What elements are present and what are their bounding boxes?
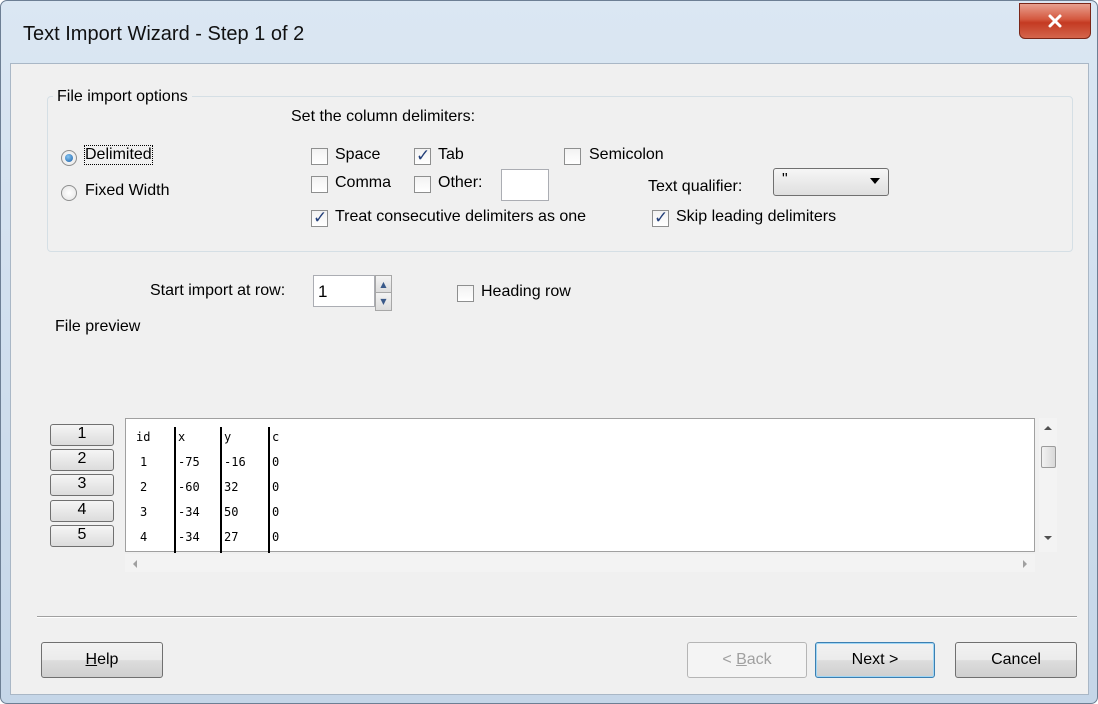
row-number-button[interactable]: 1 bbox=[50, 424, 114, 446]
back-button[interactable]: < Back bbox=[687, 642, 807, 678]
spin-down-icon: ▼ bbox=[380, 297, 387, 306]
preview-cell: x bbox=[178, 430, 186, 444]
horizontal-scrollbar[interactable] bbox=[125, 554, 1035, 572]
title-bar[interactable]: Text Import Wizard - Step 1 of 2 bbox=[1, 1, 1097, 63]
start-row-label: Start import at row: bbox=[150, 282, 286, 299]
other-delimiter-input[interactable] bbox=[501, 169, 549, 201]
heading-row-checkbox[interactable] bbox=[457, 285, 474, 302]
comma-label[interactable]: Comma bbox=[335, 174, 391, 192]
preview-cell: 2 bbox=[140, 480, 148, 494]
preview-cell: -60 bbox=[178, 480, 200, 494]
text-qualifier-label: Text qualifier: bbox=[648, 178, 743, 195]
close-button[interactable] bbox=[1019, 3, 1091, 39]
preview-cell: -16 bbox=[224, 455, 246, 469]
space-checkbox[interactable] bbox=[311, 148, 328, 165]
column-break-line[interactable] bbox=[174, 427, 176, 553]
start-row-value: 1 bbox=[318, 282, 328, 301]
back-button-suffix: ack bbox=[746, 651, 772, 668]
text-qualifier-select[interactable]: " bbox=[773, 168, 889, 196]
fixed-width-radio-label[interactable]: Fixed Width bbox=[85, 182, 169, 200]
row-number-button[interactable]: 4 bbox=[50, 500, 114, 522]
dialog-body: File import options Delimited Fixed Widt… bbox=[10, 63, 1089, 695]
cancel-button[interactable]: Cancel bbox=[955, 642, 1077, 678]
preview-cell: 1 bbox=[140, 455, 148, 469]
preview-cell: c bbox=[272, 430, 280, 444]
spin-down-button[interactable]: ▼ bbox=[375, 292, 392, 311]
next-button[interactable]: Next > bbox=[815, 642, 935, 678]
preview-cell: id bbox=[136, 430, 151, 444]
delimited-radio-label[interactable]: Delimited bbox=[84, 145, 153, 165]
footer-separator bbox=[37, 616, 1077, 618]
scroll-up-icon[interactable] bbox=[1043, 424, 1053, 432]
preview-cell: y bbox=[224, 430, 232, 444]
space-label[interactable]: Space bbox=[335, 146, 380, 164]
preview-cell: -34 bbox=[178, 530, 200, 544]
column-break-line[interactable] bbox=[268, 427, 270, 553]
preview-cell: -75 bbox=[178, 455, 200, 469]
close-icon bbox=[1048, 14, 1062, 28]
consecutive-delimiters-checkbox[interactable] bbox=[311, 208, 328, 228]
help-button-mnemonic: H bbox=[85, 651, 98, 668]
preview-cell: 50 bbox=[224, 505, 239, 519]
other-label[interactable]: Other: bbox=[438, 174, 482, 192]
delimiters-heading: Set the column delimiters: bbox=[291, 108, 476, 125]
row-number-button[interactable]: 5 bbox=[50, 525, 114, 547]
comma-checkbox[interactable] bbox=[311, 176, 328, 193]
file-preview-label: File preview bbox=[55, 318, 141, 335]
help-button-suffix: elp bbox=[97, 651, 119, 668]
text-qualifier-value: " bbox=[782, 171, 788, 188]
window-title: Text Import Wizard - Step 1 of 2 bbox=[23, 23, 305, 45]
preview-cell: -34 bbox=[178, 505, 200, 519]
consecutive-delimiters-label[interactable]: Treat consecutive delimiters as one bbox=[335, 208, 586, 226]
preview-cell: 27 bbox=[224, 530, 239, 544]
tab-label[interactable]: Tab bbox=[438, 146, 464, 164]
preview-cell: 0 bbox=[272, 455, 280, 469]
back-button-prefix: < bbox=[722, 651, 737, 668]
chevron-down-icon bbox=[870, 178, 880, 184]
scroll-left-icon[interactable] bbox=[131, 559, 139, 569]
scroll-right-icon[interactable] bbox=[1021, 559, 1029, 569]
back-button-mnemonic: B bbox=[736, 651, 747, 668]
semicolon-label[interactable]: Semicolon bbox=[589, 146, 664, 164]
dialog-window: Text Import Wizard - Step 1 of 2 File im… bbox=[0, 0, 1098, 704]
skip-leading-checkbox[interactable] bbox=[652, 208, 669, 228]
preview-cell: 0 bbox=[272, 505, 280, 519]
preview-cell: 32 bbox=[224, 480, 239, 494]
preview-cell: 0 bbox=[272, 530, 280, 544]
preview-cell: 4 bbox=[140, 530, 148, 544]
file-import-options-group bbox=[47, 96, 1073, 252]
tab-checkbox[interactable] bbox=[414, 146, 431, 166]
help-button[interactable]: Help bbox=[41, 642, 163, 678]
group-legend: File import options bbox=[53, 88, 192, 106]
preview-cell: 0 bbox=[272, 480, 280, 494]
preview-cell: 3 bbox=[140, 505, 148, 519]
start-row-input[interactable]: 1 bbox=[313, 275, 375, 307]
vertical-scrollbar[interactable] bbox=[1039, 418, 1057, 552]
fixed-width-radio[interactable] bbox=[61, 185, 77, 201]
semicolon-checkbox[interactable] bbox=[564, 148, 581, 165]
other-checkbox[interactable] bbox=[414, 176, 431, 193]
spin-up-icon: ▲ bbox=[380, 280, 387, 289]
delimited-radio[interactable] bbox=[61, 150, 77, 166]
heading-row-label[interactable]: Heading row bbox=[481, 283, 571, 301]
skip-leading-label[interactable]: Skip leading delimiters bbox=[676, 208, 836, 226]
file-preview-pane[interactable]: id x y c 1 -75 -16 0 2 -60 32 0 3 -34 50… bbox=[125, 418, 1035, 553]
row-number-button[interactable]: 2 bbox=[50, 449, 114, 471]
row-number-button[interactable]: 3 bbox=[50, 474, 114, 496]
vertical-scroll-thumb[interactable] bbox=[1041, 446, 1056, 468]
column-break-line[interactable] bbox=[220, 427, 222, 553]
scroll-down-icon[interactable] bbox=[1043, 534, 1053, 542]
